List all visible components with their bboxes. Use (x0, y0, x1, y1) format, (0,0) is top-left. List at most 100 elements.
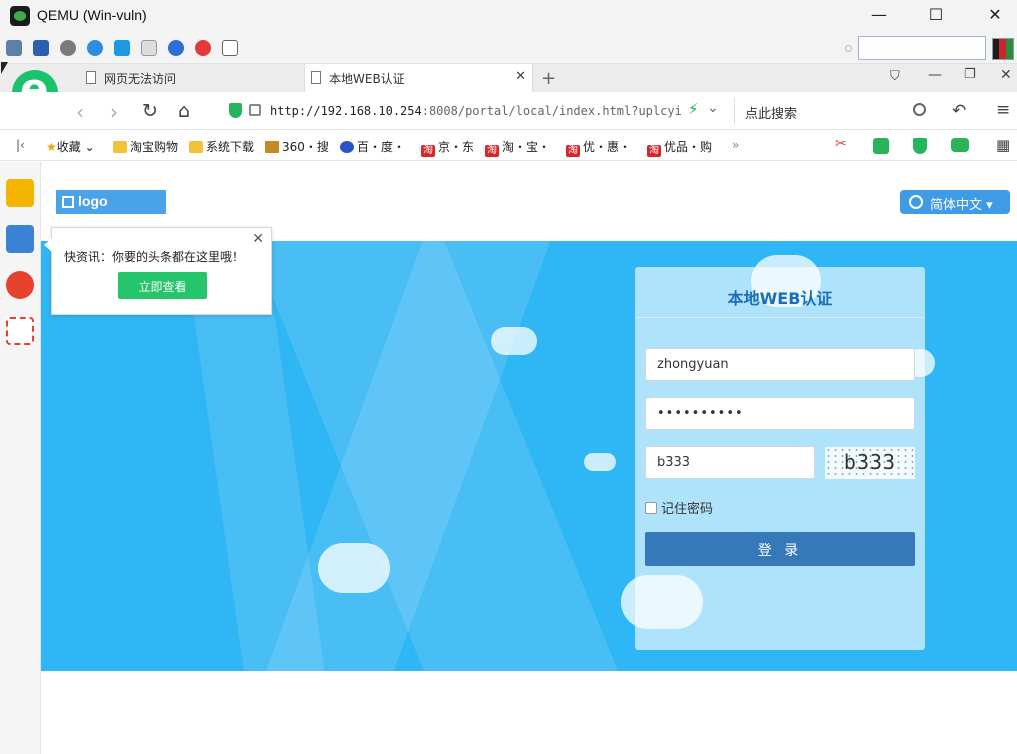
mouse-cursor (1, 62, 8, 74)
qemu-app-icon (10, 6, 30, 26)
qemu-title-bar: QEMU (Win-vuln) — ☐ ✕ (0, 0, 1017, 32)
translate-icon[interactable] (873, 138, 889, 154)
captcha-input[interactable]: b333 (645, 446, 815, 479)
gamepad-icon[interactable] (951, 138, 969, 152)
tab-label: 本地WEB认证 (329, 72, 405, 86)
back-icon[interactable]: ‹ (76, 100, 84, 124)
sidebar-toggle-icon[interactable]: |‹ (16, 138, 25, 152)
minimize-button[interactable]: — (864, 4, 894, 26)
folder-icon (113, 141, 127, 153)
star-icon: ★ (46, 140, 57, 154)
qemu-toolbar (0, 32, 1017, 64)
stop-icon[interactable] (195, 40, 211, 56)
grid-icon[interactable]: ▦ (996, 136, 1010, 154)
divider (635, 317, 925, 318)
login-button[interactable]: 登 录 (645, 532, 915, 566)
login-card: 本地WEB认证 zhongyuan •••••••••• b333 b333 记… (635, 267, 925, 650)
menu-icon[interactable]: ≡ (996, 100, 1010, 120)
bookmarks-more[interactable]: » (732, 138, 739, 152)
globe-icon (909, 195, 923, 209)
close-browser-button[interactable]: ✕ (1000, 67, 1012, 83)
eject-icon[interactable] (222, 40, 238, 56)
minimize-browser-button[interactable]: — (928, 67, 942, 83)
browser-tab-row: 网页无法访问 本地WEB认证 ✕ + ⛉ — ❐ ✕ (0, 64, 1017, 92)
news-icon[interactable] (6, 225, 34, 253)
tao-icon: 淘 (566, 145, 580, 157)
bolt-icon[interactable]: ⚡ (688, 100, 699, 118)
captcha-image[interactable]: b333 (825, 447, 915, 479)
close-window-button[interactable]: ✕ (980, 4, 1010, 26)
bookmark-youpin[interactable]: 淘优品・购 (647, 138, 712, 157)
bookmark-baidu[interactable]: 百・度・ (340, 138, 405, 155)
maximize-button[interactable]: ☐ (921, 4, 951, 26)
remember-checkbox[interactable] (645, 502, 657, 514)
password-field[interactable]: •••••••••• (645, 397, 915, 430)
gear-icon[interactable] (60, 40, 76, 56)
home-icon[interactable]: ⌂ (178, 100, 190, 122)
tao-icon: 淘 (421, 145, 435, 157)
language-dropdown[interactable]: 简体中文 ▾ (900, 190, 1010, 214)
cloud-decoration (318, 543, 390, 593)
search-input[interactable]: 点此搜索 (745, 103, 797, 122)
popup-view-button[interactable]: 立即查看 (118, 272, 207, 299)
cloud-decoration (584, 453, 616, 471)
info-icon[interactable] (168, 40, 184, 56)
left-sidebar (0, 162, 41, 754)
keyboard-icon[interactable] (141, 40, 157, 56)
fullscreen-icon[interactable] (33, 40, 49, 56)
undo-icon[interactable]: ↶ (952, 101, 966, 121)
cube-icon (265, 141, 279, 153)
scissors-icon[interactable]: ✂ (835, 136, 847, 152)
document-icon (311, 71, 321, 84)
shield-icon[interactable] (229, 103, 242, 118)
login-title: 本地WEB认证 (727, 289, 833, 308)
image-icon (62, 196, 74, 208)
tab-local-web-auth[interactable]: 本地WEB认证 ✕ (304, 64, 533, 92)
forward-icon[interactable]: › (110, 100, 118, 124)
paw-icon (340, 141, 354, 153)
mail-icon[interactable] (6, 317, 34, 345)
reload-icon[interactable]: ↻ (142, 100, 158, 122)
shield-icon[interactable] (913, 138, 927, 154)
window-title: QEMU (Win-vuln) (37, 7, 147, 23)
popup-arrow (44, 238, 52, 252)
popup-close-icon[interactable]: ✕ (252, 231, 264, 247)
address-bar-row: ‹ › ↻ ⌂ http://192.168.10.254:8008/porta… (0, 92, 1017, 130)
bookmark-taobao[interactable]: 淘淘・宝・ (485, 138, 550, 157)
bookmark-jd[interactable]: 淘京・东 (421, 138, 474, 157)
username-field[interactable]: zhongyuan (645, 348, 915, 381)
shirt-icon[interactable]: ⛉ (890, 69, 900, 84)
refresh-icon[interactable] (87, 40, 103, 56)
remember-password[interactable]: 记住密码 (645, 498, 713, 517)
bookmark-system-download[interactable]: 系统下载 (189, 138, 254, 155)
qemu-search-input[interactable] (858, 36, 986, 60)
new-tab-button[interactable]: + (541, 68, 556, 89)
url-text[interactable]: http://192.168.10.254:8008/portal/local/… (270, 104, 682, 118)
bookmark-favorites[interactable]: ★收藏 ⌄ (46, 138, 95, 155)
bookmark-taobao-shopping[interactable]: 淘宝购物 (113, 138, 178, 155)
popup-text: 快资讯：你要的头条都在这里哦！ (64, 250, 245, 264)
bookmarks-bar: |‹ ★收藏 ⌄ 淘宝购物 系统下载 360・搜 百・度・ 淘京・东 淘淘・宝・… (0, 131, 1017, 161)
bookmark-youhui[interactable]: 淘优・惠・ (566, 138, 631, 157)
tab-close-icon[interactable]: ✕ (515, 69, 526, 84)
address-bar[interactable]: http://192.168.10.254:8008/portal/local/… (222, 98, 722, 124)
site-logo: logo (56, 190, 166, 214)
bookmark-360-search[interactable]: 360・搜 (265, 138, 329, 155)
flag-icon[interactable] (992, 38, 1014, 60)
search-icon[interactable] (913, 103, 926, 116)
weibo-icon[interactable] (6, 271, 34, 299)
favorites-star-icon[interactable] (6, 179, 34, 207)
radio-dot-icon (845, 45, 852, 52)
search-box[interactable]: 点此搜索 (734, 98, 934, 124)
cloud-decoration (491, 327, 537, 355)
restore-browser-button[interactable]: ❐ (964, 67, 976, 82)
news-popup: 快资讯：你要的头条都在这里哦！ ✕ 立即查看 (44, 227, 272, 315)
machine-icon[interactable] (6, 40, 22, 56)
insecure-lock-icon[interactable] (249, 104, 261, 116)
folder-icon (189, 141, 203, 153)
chevron-down-icon[interactable]: ⌄ (707, 100, 719, 116)
tab-label: 网页无法访问 (104, 72, 177, 86)
document-icon (86, 71, 96, 84)
windows-icon[interactable] (114, 40, 130, 56)
tab-page-unavailable[interactable]: 网页无法访问 (80, 64, 300, 92)
